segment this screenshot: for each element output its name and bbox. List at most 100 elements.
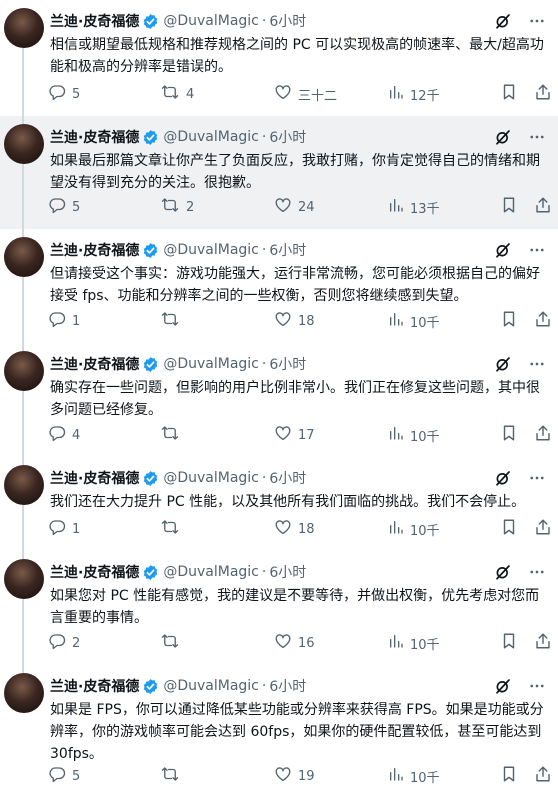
retweet-button[interactable] — [160, 310, 186, 332]
like-button[interactable]: 18 — [274, 518, 315, 540]
more-icon[interactable] — [528, 355, 546, 377]
timestamp[interactable]: 6小时 — [269, 240, 306, 260]
like-button[interactable]: 三十二 — [274, 83, 337, 105]
more-icon[interactable] — [528, 12, 546, 34]
retweet-button[interactable]: 4 — [160, 83, 194, 105]
bookmark-button[interactable] — [500, 196, 524, 218]
author-name[interactable]: 兰迪·皮奇福德 — [50, 676, 139, 696]
avatar[interactable] — [4, 351, 44, 391]
like-button[interactable]: 18 — [274, 310, 315, 332]
more-icon[interactable] — [528, 677, 546, 699]
more-icon[interactable] — [528, 469, 546, 491]
views-button[interactable]: 10千 — [388, 518, 440, 540]
like-button[interactable]: 19 — [274, 765, 315, 787]
timestamp[interactable]: 6小时 — [269, 354, 306, 374]
reply-icon — [48, 518, 72, 540]
tweet[interactable]: 兰迪·皮奇福德 @DuvalMagic · 6小时 相信或期望最低规格和推荐规格… — [0, 0, 558, 116]
grok-icon[interactable] — [494, 563, 512, 585]
bookmark-button[interactable] — [500, 518, 524, 540]
author-name[interactable]: 兰迪·皮奇福德 — [50, 562, 139, 582]
author-handle[interactable]: @DuvalMagic — [163, 356, 259, 372]
share-button[interactable] — [534, 424, 558, 446]
share-icon — [534, 424, 558, 446]
avatar[interactable] — [4, 559, 44, 599]
timestamp[interactable]: 6小时 — [269, 127, 306, 147]
tweet[interactable]: 兰迪·皮奇福德 @DuvalMagic · 6小时 我们还在大力提升 PC 性能… — [0, 457, 558, 551]
views-button[interactable]: 10千 — [388, 424, 440, 446]
avatar[interactable] — [4, 237, 44, 277]
author-name[interactable]: 兰迪·皮奇福德 — [50, 468, 139, 488]
retweet-button[interactable] — [160, 632, 186, 654]
views-icon — [388, 632, 410, 654]
grok-icon[interactable] — [494, 469, 512, 491]
author-handle[interactable]: @DuvalMagic — [163, 564, 259, 580]
tweet[interactable]: 兰迪·皮奇福德 @DuvalMagic · 6小时 但请接受这个事实：游戏功能强… — [0, 229, 558, 343]
timestamp[interactable]: 6小时 — [269, 11, 306, 31]
tweet[interactable]: 兰迪·皮奇福德 @DuvalMagic · 6小时 如果是 FPS，你可以通过降… — [0, 665, 558, 792]
grok-icon[interactable] — [494, 12, 512, 34]
author-handle[interactable]: @DuvalMagic — [163, 13, 259, 29]
retweet-button[interactable] — [160, 518, 186, 540]
avatar[interactable] — [4, 465, 44, 505]
reply-button[interactable]: 5 — [48, 83, 80, 105]
like-button[interactable]: 16 — [274, 632, 315, 654]
share-button[interactable] — [534, 518, 558, 540]
views-button[interactable]: 10千 — [388, 310, 440, 332]
views-button[interactable]: 13千 — [388, 196, 440, 218]
reply-button[interactable]: 1 — [48, 518, 80, 540]
share-button[interactable] — [534, 765, 558, 787]
views-button[interactable]: 10千 — [388, 765, 440, 787]
tweet[interactable]: 兰迪·皮奇福德 @DuvalMagic · 6小时 如果最后那篇文章让你产生了负… — [0, 116, 558, 229]
verified-badge-icon — [142, 678, 159, 695]
bookmark-button[interactable] — [500, 632, 524, 654]
thread-timeline: 兰迪·皮奇福德 @DuvalMagic · 6小时 相信或期望最低规格和推荐规格… — [0, 0, 558, 792]
like-button[interactable]: 24 — [274, 196, 315, 218]
grok-icon[interactable] — [494, 355, 512, 377]
tweet[interactable]: 兰迪·皮奇福德 @DuvalMagic · 6小时 确实存在一些问题，但影响的用… — [0, 343, 558, 457]
views-button[interactable]: 12千 — [388, 83, 440, 105]
views-button[interactable]: 10千 — [388, 632, 440, 654]
author-name[interactable]: 兰迪·皮奇福德 — [50, 127, 139, 147]
author-handle[interactable]: @DuvalMagic — [163, 678, 259, 694]
tweet[interactable]: 兰迪·皮奇福德 @DuvalMagic · 6小时 如果您对 PC 性能有感觉，… — [0, 551, 558, 665]
share-button[interactable] — [534, 632, 558, 654]
retweet-button[interactable] — [160, 765, 186, 787]
like-button[interactable]: 17 — [274, 424, 315, 446]
grok-icon[interactable] — [494, 128, 512, 150]
avatar[interactable] — [4, 124, 44, 164]
more-icon[interactable] — [528, 128, 546, 150]
bookmark-button[interactable] — [500, 310, 524, 332]
timestamp[interactable]: 6小时 — [269, 468, 306, 488]
bookmark-button[interactable] — [500, 424, 524, 446]
reply-button[interactable]: 2 — [48, 632, 80, 654]
reply-button[interactable]: 1 — [48, 310, 80, 332]
separator-dot: · — [261, 242, 267, 258]
grok-icon[interactable] — [494, 677, 512, 699]
author-name[interactable]: 兰迪·皮奇福德 — [50, 11, 139, 31]
timestamp[interactable]: 6小时 — [269, 562, 306, 582]
reply-button[interactable]: 4 — [48, 424, 80, 446]
grok-icon[interactable] — [494, 241, 512, 263]
timestamp[interactable]: 6小时 — [269, 676, 306, 696]
bookmark-button[interactable] — [500, 83, 524, 105]
tweet-text: 如果是 FPS，你可以通过降低某些功能或分辨率来获得高 FPS。如果是功能或分辨… — [50, 702, 544, 762]
reply-button[interactable]: 5 — [48, 765, 80, 787]
reply-button[interactable]: 5 — [48, 196, 80, 218]
author-name[interactable]: 兰迪·皮奇福德 — [50, 240, 139, 260]
share-button[interactable] — [534, 310, 558, 332]
retweet-button[interactable]: 2 — [160, 196, 194, 218]
bookmark-button[interactable] — [500, 765, 524, 787]
author-name[interactable]: 兰迪·皮奇福德 — [50, 354, 139, 374]
avatar[interactable] — [4, 673, 44, 713]
retweet-icon — [160, 424, 186, 446]
author-handle[interactable]: @DuvalMagic — [163, 470, 259, 486]
share-button[interactable] — [534, 83, 558, 105]
author-handle[interactable]: @DuvalMagic — [163, 242, 259, 258]
avatar[interactable] — [4, 8, 44, 48]
more-icon[interactable] — [528, 241, 546, 263]
author-handle[interactable]: @DuvalMagic — [163, 129, 259, 145]
share-button[interactable] — [534, 196, 558, 218]
more-icon[interactable] — [528, 563, 546, 585]
tweet-text: 如果您对 PC 性能有感觉，我的建议是不要等待，并做出权衡，优先考虑对您而言重要… — [50, 588, 540, 626]
retweet-button[interactable] — [160, 424, 186, 446]
